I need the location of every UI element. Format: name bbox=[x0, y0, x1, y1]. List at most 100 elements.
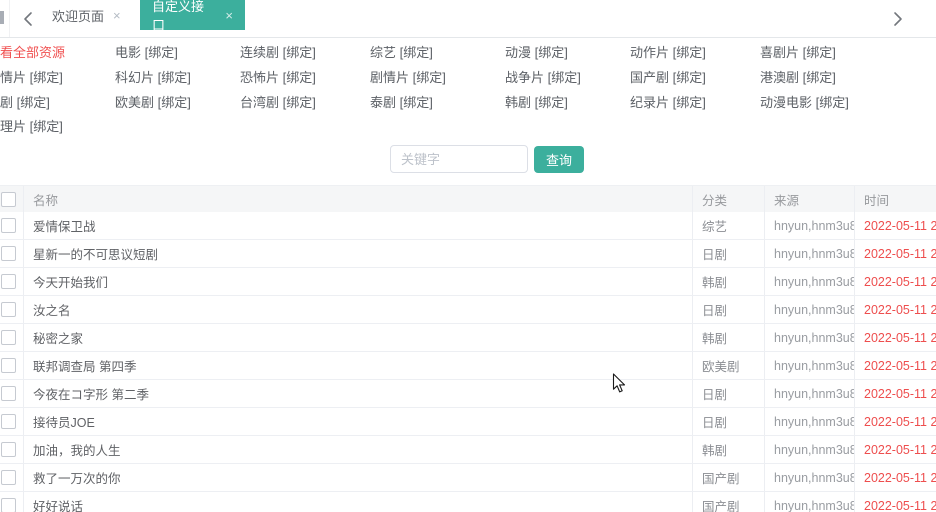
table-row: 今天开始我们 韩剧 hnyun,hnm3u8 2022-05-11 20: bbox=[0, 268, 936, 296]
category-link[interactable]: 纪录片 [绑定] bbox=[630, 91, 760, 116]
row-category: 欧美剧 bbox=[693, 352, 765, 379]
category-link[interactable]: 动漫电影 [绑定] bbox=[760, 91, 905, 116]
category-link[interactable]: 动漫 [绑定] bbox=[505, 41, 630, 66]
category-link[interactable]: 动作片 [绑定] bbox=[630, 41, 760, 66]
select-all-checkbox[interactable] bbox=[1, 192, 16, 207]
row-name: 汝之名 bbox=[24, 296, 693, 323]
category-link[interactable]: 连续剧 [绑定] bbox=[240, 41, 370, 66]
category-link[interactable]: 电影 [绑定] bbox=[115, 41, 240, 66]
category-link[interactable]: 欧美剧 [绑定] bbox=[115, 91, 240, 116]
row-category: 日剧 bbox=[693, 240, 765, 267]
category-link[interactable]: 剧情片 [绑定] bbox=[370, 66, 505, 91]
row-category: 日剧 bbox=[693, 296, 765, 323]
row-checkbox[interactable] bbox=[1, 442, 16, 457]
row-checkbox[interactable] bbox=[1, 246, 16, 261]
row-checkbox[interactable] bbox=[1, 302, 16, 317]
category-link[interactable]: 恐怖片 [绑定] bbox=[240, 66, 370, 91]
table-row: 星新一的不可思议短剧 日剧 hnyun,hnm3u8 2022-05-11 20… bbox=[0, 240, 936, 268]
category-link[interactable]: 剧 [绑定] bbox=[0, 91, 115, 116]
tabs-scroll-left-button[interactable] bbox=[14, 5, 42, 33]
collapse-menu-icon-fragment bbox=[0, 11, 4, 24]
row-name: 救了一万次的你 bbox=[24, 464, 693, 491]
category-link[interactable]: 台湾剧 [绑定] bbox=[240, 91, 370, 116]
category-link[interactable]: 国产剧 [绑定] bbox=[630, 66, 760, 91]
tab-welcome-page[interactable]: 欢迎页面 × bbox=[40, 0, 133, 30]
row-source: hnyun,hnm3u8 bbox=[765, 324, 855, 351]
row-name: 加油，我的人生 bbox=[24, 436, 693, 463]
row-checkbox-cell bbox=[0, 212, 24, 239]
row-checkbox[interactable] bbox=[1, 498, 16, 512]
row-checkbox-cell bbox=[0, 492, 24, 512]
row-checkbox-cell bbox=[0, 408, 24, 435]
header-name: 名称 bbox=[24, 186, 693, 212]
row-source: hnyun,hnm3u8 bbox=[765, 408, 855, 435]
row-checkbox-cell bbox=[0, 240, 24, 267]
category-links-grid: 看全部资源 电影 [绑定] 连续剧 [绑定] 综艺 [绑定] 动漫 [绑定] 动… bbox=[0, 41, 905, 140]
row-category: 日剧 bbox=[693, 380, 765, 407]
table-header-row: 名称 分类 来源 时间 bbox=[0, 185, 936, 212]
tab-bar: 欢迎页面 × 自定义接口 × bbox=[0, 0, 936, 38]
header-category: 分类 bbox=[693, 186, 765, 212]
keyword-input[interactable] bbox=[390, 145, 528, 173]
header-time: 时间 bbox=[855, 186, 936, 212]
row-time: 2022-05-11 20: bbox=[855, 408, 936, 435]
category-link[interactable]: 泰剧 [绑定] bbox=[370, 91, 505, 116]
header-source: 来源 bbox=[765, 186, 855, 212]
row-name: 好好说话 bbox=[24, 492, 693, 512]
close-tab-icon[interactable]: × bbox=[225, 9, 233, 22]
query-button[interactable]: 查询 bbox=[534, 146, 584, 173]
row-time: 2022-05-11 20: bbox=[855, 492, 936, 512]
row-name: 接待员JOE bbox=[24, 408, 693, 435]
row-checkbox[interactable] bbox=[1, 330, 16, 345]
row-name: 今夜在コ字形 第二季 bbox=[24, 380, 693, 407]
row-time: 2022-05-11 20: bbox=[855, 296, 936, 323]
row-category: 国产剧 bbox=[693, 464, 765, 491]
table-row: 今夜在コ字形 第二季 日剧 hnyun,hnm3u8 2022-05-11 20… bbox=[0, 380, 936, 408]
row-category: 综艺 bbox=[693, 212, 765, 239]
category-link[interactable]: 港澳剧 [绑定] bbox=[760, 66, 905, 91]
row-checkbox[interactable] bbox=[1, 470, 16, 485]
row-source: hnyun,hnm3u8 bbox=[765, 380, 855, 407]
row-checkbox[interactable] bbox=[1, 274, 16, 289]
row-category: 日剧 bbox=[693, 408, 765, 435]
category-link[interactable]: 情片 [绑定] bbox=[0, 66, 115, 91]
tabbar-left-divider bbox=[9, 0, 10, 37]
tabs-scroll-right-button[interactable] bbox=[884, 5, 912, 33]
row-time: 2022-05-11 20: bbox=[855, 212, 936, 239]
table-row: 救了一万次的你 国产剧 hnyun,hnm3u8 2022-05-11 20: bbox=[0, 464, 936, 492]
row-category: 韩剧 bbox=[693, 324, 765, 351]
app-window: 欢迎页面 × 自定义接口 × 看全部资源 电影 [绑定] 连续剧 [绑定] 综艺… bbox=[0, 0, 936, 512]
row-time: 2022-05-11 20: bbox=[855, 436, 936, 463]
row-name: 联邦调查局 第四季 bbox=[24, 352, 693, 379]
row-checkbox-cell bbox=[0, 268, 24, 295]
tab-custom-api[interactable]: 自定义接口 × bbox=[140, 0, 245, 30]
category-link[interactable]: 喜剧片 [绑定] bbox=[760, 41, 905, 66]
row-checkbox[interactable] bbox=[1, 414, 16, 429]
category-link[interactable]: 科幻片 [绑定] bbox=[115, 66, 240, 91]
tab-label: 自定义接口 bbox=[152, 0, 216, 34]
row-checkbox[interactable] bbox=[1, 358, 16, 373]
row-checkbox[interactable] bbox=[1, 218, 16, 233]
category-link[interactable]: 战争片 [绑定] bbox=[505, 66, 630, 91]
row-checkbox-cell bbox=[0, 436, 24, 463]
table-row: 加油，我的人生 韩剧 hnyun,hnm3u8 2022-05-11 20: bbox=[0, 436, 936, 464]
category-link[interactable]: 综艺 [绑定] bbox=[370, 41, 505, 66]
row-checkbox-cell bbox=[0, 352, 24, 379]
category-link[interactable]: 理片 [绑定] bbox=[0, 115, 115, 140]
row-source: hnyun,hnm3u8 bbox=[765, 352, 855, 379]
close-tab-icon[interactable]: × bbox=[113, 9, 121, 22]
category-link[interactable]: 看全部资源 bbox=[0, 41, 115, 66]
row-checkbox-cell bbox=[0, 380, 24, 407]
row-time: 2022-05-11 20: bbox=[855, 324, 936, 351]
row-time: 2022-05-11 20: bbox=[855, 352, 936, 379]
table-row: 秘密之家 韩剧 hnyun,hnm3u8 2022-05-11 20: bbox=[0, 324, 936, 352]
category-link[interactable]: 韩剧 [绑定] bbox=[505, 91, 630, 116]
chevron-left-icon bbox=[20, 6, 36, 32]
row-checkbox[interactable] bbox=[1, 386, 16, 401]
row-time: 2022-05-11 20: bbox=[855, 240, 936, 267]
row-source: hnyun,hnm3u8 bbox=[765, 296, 855, 323]
row-category: 国产剧 bbox=[693, 492, 765, 512]
row-source: hnyun,hnm3u8 bbox=[765, 492, 855, 512]
row-checkbox-cell bbox=[0, 296, 24, 323]
table-row: 联邦调查局 第四季 欧美剧 hnyun,hnm3u8 2022-05-11 20… bbox=[0, 352, 936, 380]
